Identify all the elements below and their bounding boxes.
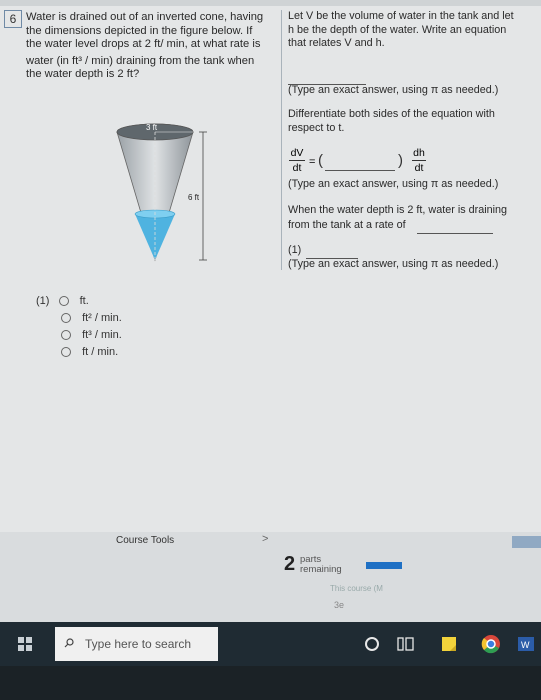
chevron-right-icon[interactable]: >: [262, 533, 268, 545]
radio-button[interactable]: [61, 313, 71, 324]
intro-line: Let V be the volume of water in the tank…: [288, 10, 514, 22]
part-label: (1): [36, 295, 50, 307]
answer-panel: Let V be the volume of water in the tank…: [288, 10, 533, 51]
question-line: the water depth is 2 ft?: [26, 68, 140, 80]
option-row[interactable]: ft / min.: [36, 344, 122, 361]
cortana-icon[interactable]: [359, 631, 385, 657]
top-border: [0, 0, 541, 6]
browser-screen: 6 Water is drained out of an inverted co…: [0, 0, 541, 700]
intro-line: that relates V and h.: [288, 37, 385, 49]
answer-label: (1): [288, 244, 302, 256]
task-view-icon[interactable]: [392, 631, 418, 657]
chrome-icon[interactable]: [478, 631, 504, 657]
option-row[interactable]: ft³ / min.: [36, 327, 122, 344]
intro-line: h be the depth of the water. Write an eq…: [288, 23, 507, 36]
parts-label: parts remaining: [300, 555, 342, 575]
question-line: the dimensions depicted in the figure be…: [26, 24, 253, 37]
question-line: Water is drained out of an inverted cone…: [26, 11, 264, 23]
hint-text: (Type an exact answer, using π as needed…: [288, 178, 499, 190]
question-line: the water level drops at 2 ft/ min, at w…: [26, 38, 261, 50]
differentiate-text: Differentiate both sides of the equation…: [288, 108, 495, 135]
hint-text: (Type an exact answer, using π as needed…: [288, 84, 499, 96]
derivative-answer-field[interactable]: [325, 168, 395, 171]
dv-denominator: dt: [292, 162, 302, 174]
radio-button[interactable]: [61, 330, 71, 341]
dh-numerator: dh: [413, 147, 425, 159]
rate-line: from the tank at a rate of: [288, 218, 406, 231]
rate-line: When the water depth is 2 ft, water is d…: [288, 204, 508, 216]
parts-remaining: 2 parts remaining: [284, 553, 404, 581]
dh-dt-fraction: dh dt: [412, 147, 426, 174]
column-divider: [281, 10, 282, 270]
cone-figure: 3 ft 6 ft: [116, 123, 207, 262]
option-label: ft³ / min.: [82, 329, 122, 341]
rate-answer-field[interactable]: [417, 231, 493, 234]
parts-count: 2: [284, 553, 296, 575]
option-row[interactable]: ft² / min.: [36, 310, 122, 327]
parts-label-line: remaining: [300, 564, 342, 575]
differentiate-line: respect to t.: [288, 121, 345, 134]
windows-start-icon[interactable]: [18, 637, 32, 651]
cone-height-label: 6 ft: [188, 193, 200, 202]
equals-sign: =: [309, 156, 316, 168]
search-icon: [64, 638, 74, 648]
dv-numerator: dV: [290, 147, 304, 159]
question-number: 6: [4, 10, 22, 28]
option-label: ft / min.: [82, 346, 119, 358]
progress-bar: [366, 562, 402, 569]
option-label: ft² / min.: [82, 312, 122, 324]
bottom-panel: [0, 532, 541, 622]
sticky-notes-icon[interactable]: [436, 631, 462, 657]
cone-top-label: 3 ft: [146, 123, 158, 132]
dv-dt-fraction: dV dt: [289, 147, 305, 174]
svg-text:W: W: [521, 640, 530, 650]
search-placeholder: Type here to search: [85, 637, 192, 651]
close-paren: ): [398, 152, 403, 169]
open-paren: (: [318, 152, 323, 169]
unit-options: (1) ft. ft² / min. ft³ / min. ft / min.: [36, 293, 122, 361]
taskbar-search-box[interactable]: Type here to search: [55, 627, 218, 661]
fraction-bar: [289, 160, 305, 161]
fraction-bar: [412, 160, 426, 161]
question-text: Water is drained out of an inverted cone…: [26, 11, 278, 82]
rate-text: When the water depth is 2 ft, water is d…: [288, 203, 507, 232]
differentiate-line: Differentiate both sides of the equation…: [288, 108, 495, 120]
monitor-bezel: [0, 666, 541, 700]
dh-denominator: dt: [414, 162, 424, 174]
radio-button[interactable]: [58, 296, 69, 307]
hint-text: (Type an exact answer, using π as needed…: [288, 258, 499, 270]
radio-button[interactable]: [61, 347, 71, 358]
option-row[interactable]: (1) ft.: [36, 293, 122, 310]
faded-course-text: This course (M: [330, 584, 383, 593]
course-tools-button[interactable]: Course Tools: [116, 535, 174, 546]
faded-version-text: 3e: [334, 600, 345, 610]
blue-panel-chip: [512, 536, 541, 548]
word-icon[interactable]: W: [513, 631, 539, 657]
option-label: ft.: [79, 295, 89, 307]
question-line: water (in ft³ / min) draining from the t…: [26, 54, 255, 67]
